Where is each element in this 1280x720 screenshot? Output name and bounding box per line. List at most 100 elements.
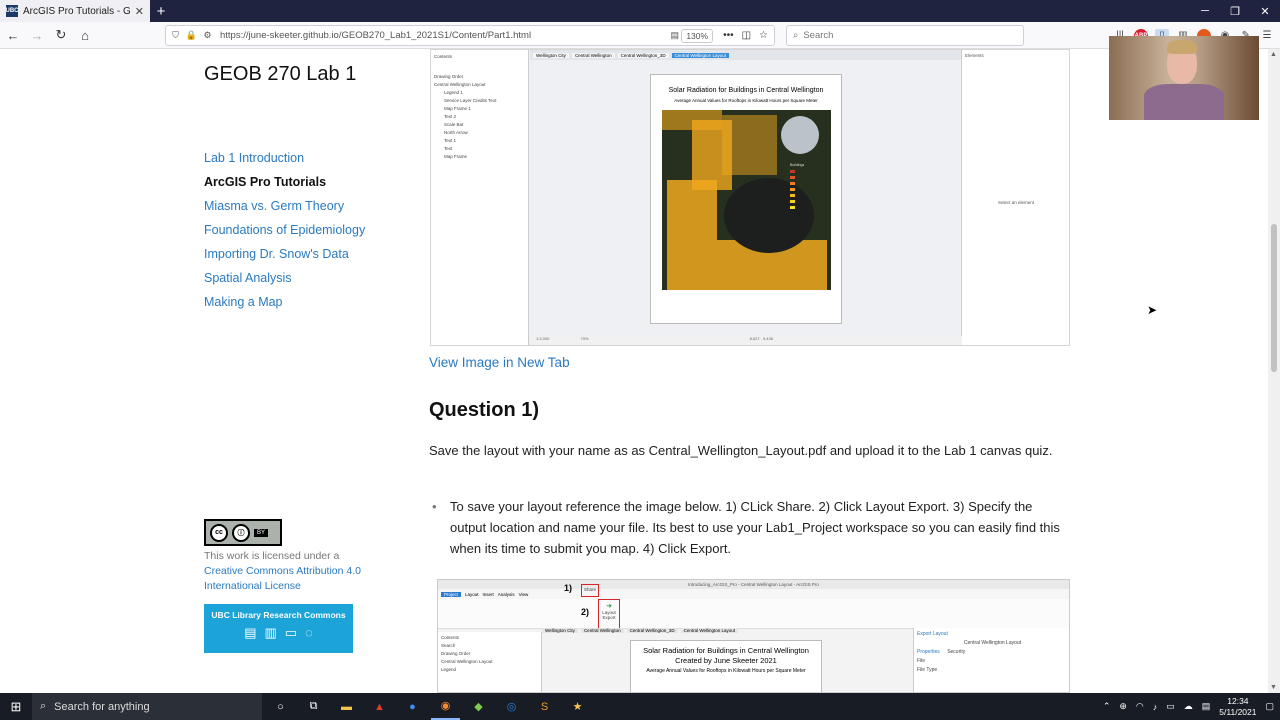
taskbar-apps: ○ ⧉ ▬ ▲ ● ◉ ◆ ◎ S ★ xyxy=(266,693,592,720)
home-icon[interactable]: ⌂ xyxy=(74,24,96,46)
view-tab: Central Wellington Layout xyxy=(680,628,739,633)
close-window-icon[interactable]: ✕ xyxy=(1250,0,1280,22)
arcgis-layout-screenshot: Contents Drawing Order Central Wellingto… xyxy=(430,49,1070,346)
site-sidebar: GEOB 270 Lab 1 Lab 1 Introduction ArcGIS… xyxy=(0,49,406,693)
lock-icon[interactable]: 🔒 xyxy=(185,30,198,41)
view-tab: Central Wellington xyxy=(571,52,615,58)
export-file-type: File Type xyxy=(917,667,938,673)
ribbon: 1) Share 2) ➜ Layout Export xyxy=(438,583,1069,629)
cc-license-badge[interactable]: cc ⓘ BY xyxy=(204,519,282,546)
contents-item: Search xyxy=(441,643,456,648)
tray-device-icon[interactable]: ▭ xyxy=(1166,701,1175,712)
nav-arcgis-pro-tutorials[interactable]: ArcGIS Pro Tutorials xyxy=(204,170,365,194)
cortana-icon[interactable]: ○ xyxy=(266,693,295,720)
contents-item: Legend xyxy=(441,667,457,672)
file-explorer-icon[interactable]: ▬ xyxy=(332,693,361,720)
tray-language-icon[interactable]: ▤ xyxy=(1202,701,1211,712)
tray-network-icon[interactable]: ⊕ xyxy=(1119,701,1127,712)
forward-icon[interactable]: → xyxy=(26,24,48,46)
zoom-icon[interactable]: ● xyxy=(398,693,427,720)
url-text[interactable]: https://june-skeeter.github.io/GEOB270_L… xyxy=(220,30,665,41)
scrollbar-thumb[interactable] xyxy=(1271,224,1277,372)
map-view-tabs-2: Wellington City Central Wellington Centr… xyxy=(542,628,739,633)
new-tab-icon[interactable]: + xyxy=(150,0,172,22)
windows-start-icon[interactable]: ⊞ xyxy=(0,693,32,720)
close-tab-icon[interactable]: ✕ xyxy=(135,5,144,18)
reader-view-icon[interactable]: ▤ xyxy=(668,30,681,41)
step-2-label: 2) xyxy=(581,607,590,617)
ribbon-tab: Insert xyxy=(482,591,494,597)
page-scrollbar[interactable]: ▲ ▼ xyxy=(1268,49,1280,693)
nav-making-a-map[interactable]: Making a Map xyxy=(204,290,365,314)
firefox-icon[interactable]: ◉ xyxy=(431,693,460,720)
pocket-icon[interactable]: ◫ xyxy=(742,30,751,41)
scroll-down-icon[interactable]: ▼ xyxy=(1270,684,1277,691)
contents-item: Contents xyxy=(441,635,460,640)
nav-miasma-germ-theory[interactable]: Miasma vs. Germ Theory xyxy=(204,194,365,218)
tray-volume-icon[interactable]: ♪ xyxy=(1153,702,1158,712)
page-actions-icon[interactable]: ••• xyxy=(723,30,734,41)
webcam-overlay xyxy=(1109,36,1259,120)
document-icon: ▤ xyxy=(244,625,257,640)
acrobat-icon[interactable]: ▲ xyxy=(365,693,394,720)
arcgis-pro-icon[interactable]: ★ xyxy=(563,693,592,720)
menu-icon[interactable]: ☰ xyxy=(1260,29,1274,43)
cc-by-label: BY xyxy=(254,528,269,537)
nav-spatial-analysis[interactable]: Spatial Analysis xyxy=(204,266,365,290)
layout-status-bar: 1:2,000 70% 8,627 , 9,436 xyxy=(530,336,962,345)
instruction-bullet: • To save your layout reference the imag… xyxy=(430,496,1070,559)
shield-icon[interactable]: ⛉ xyxy=(169,30,182,41)
bookmark-star-icon[interactable]: ☆ xyxy=(759,30,768,41)
tray-cloud-icon[interactable]: ☁ xyxy=(1184,701,1193,712)
map-legend: Buildings xyxy=(790,162,804,210)
zoom-indicator[interactable]: 130% xyxy=(681,28,714,43)
contents-item: Map Frame 1 xyxy=(444,106,471,111)
reload-icon[interactable]: ↻ xyxy=(50,24,72,46)
restore-icon[interactable]: ❐ xyxy=(1220,0,1250,22)
back-icon[interactable]: ← xyxy=(2,24,24,46)
layout-subtitle-2: Average Annual Values for Rooftops in Ki… xyxy=(646,668,806,674)
browser-app-icon[interactable]: ◎ xyxy=(497,693,526,720)
browser-toolbar: ← → ↻ ⌂ ⛉ 🔒 ⚙ https://june-skeeter.githu… xyxy=(0,22,1280,49)
export-arrow-icon: ➜ xyxy=(606,603,612,610)
permissions-icon[interactable]: ⚙ xyxy=(201,30,214,41)
address-bar[interactable]: ⛉ 🔒 ⚙ https://june-skeeter.github.io/GEO… xyxy=(165,25,775,46)
license-link[interactable]: Creative Commons Attribution 4.0 Interna… xyxy=(204,565,361,592)
tray-wifi-icon[interactable]: ◠ xyxy=(1136,701,1144,712)
tray-chevron-icon[interactable]: ⌃ xyxy=(1103,701,1111,712)
git-icon[interactable]: ◆ xyxy=(464,693,493,720)
export-tab-properties: Properties xyxy=(917,649,940,655)
nav-lab1-intro[interactable]: Lab 1 Introduction xyxy=(204,146,365,170)
nav-importing-snow-data[interactable]: Importing Dr. Snow's Data xyxy=(204,242,365,266)
web-page: GEOB 270 Lab 1 Lab 1 Introduction ArcGIS… xyxy=(0,49,1268,693)
instruction-text: To save your layout reference the image … xyxy=(450,499,1060,556)
taskbar-search[interactable]: ⌕ Search for anything xyxy=(32,693,262,720)
arcgis-body: Contents Search Drawing Order Central We… xyxy=(438,628,1069,692)
view-tab: Wellington City xyxy=(542,628,578,633)
scroll-up-icon[interactable]: ▲ xyxy=(1270,51,1277,58)
contents-item: Legend 1 xyxy=(444,90,463,95)
contents-pane: Contents Drawing Order Central Wellingto… xyxy=(431,50,529,345)
taskbar-clock[interactable]: 12:34 5/11/2021 xyxy=(1219,696,1256,718)
search-input[interactable]: ⌕ Search xyxy=(786,25,1024,46)
system-tray: ⌃ ⊕ ◠ ♪ ▭ ☁ ▤ 12:34 5/11/2021 ▢ xyxy=(1103,696,1280,718)
browser-tab[interactable]: UBC ArcGIS Pro Tutorials - GEOB 270 ✕ xyxy=(0,0,150,22)
minimize-icon[interactable]: ─ xyxy=(1190,0,1220,22)
search-placeholder: Search xyxy=(803,30,834,41)
ribbon-tab: Analysis xyxy=(497,591,515,597)
contents-pane-2: Contents Search Drawing Order Central We… xyxy=(438,632,542,692)
contents-item: Text 2 xyxy=(444,114,457,119)
nav-foundations-epidemiology[interactable]: Foundations of Epidemiology xyxy=(204,218,365,242)
notifications-icon[interactable]: ▢ xyxy=(1265,701,1274,712)
layout-page-2: Solar Radiation for Buildings in Central… xyxy=(630,640,822,692)
sublime-icon[interactable]: S xyxy=(530,693,559,720)
contents-item: North Arrow xyxy=(444,130,468,135)
question-heading: Question 1) xyxy=(429,399,540,421)
view-image-new-tab-link[interactable]: View Image in New Tab xyxy=(429,355,570,370)
ubc-research-commons-banner[interactable]: UBC Library Research Commons ▤ ▥ ▭ ◌ xyxy=(204,604,353,653)
export-pane-tabs: Properties Security xyxy=(917,649,1068,658)
taskbar-search-text: Search for anything xyxy=(54,700,150,713)
task-view-icon[interactable]: ⧉ xyxy=(299,693,328,720)
license-prefix: This work is licensed under a xyxy=(204,550,340,562)
monitor-icon: ▭ xyxy=(284,625,298,640)
